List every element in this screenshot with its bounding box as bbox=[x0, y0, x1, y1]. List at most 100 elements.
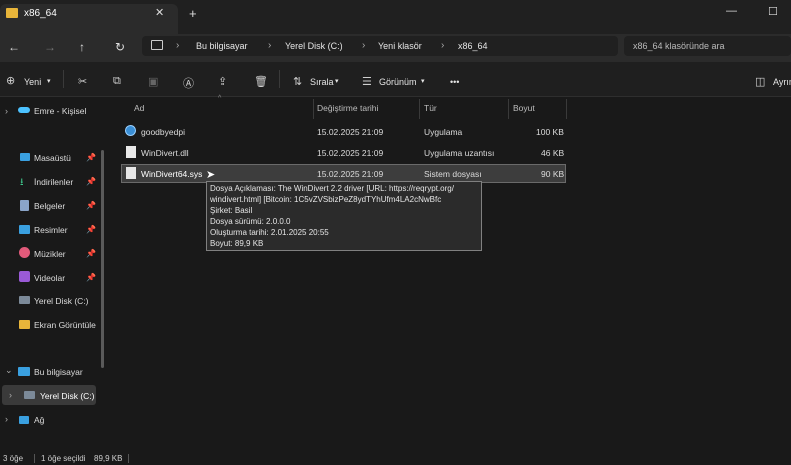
chevron-down-icon[interactable]: ▾ bbox=[47, 77, 51, 85]
documents-icon bbox=[20, 200, 29, 211]
column-divider[interactable] bbox=[419, 99, 420, 119]
expand-chevron-icon[interactable]: › bbox=[5, 414, 8, 424]
rename-icon[interactable]: Ⓐ bbox=[183, 75, 194, 91]
column-header-name[interactable]: Ad bbox=[134, 103, 144, 113]
collapse-chevron-icon[interactable]: ⌄ bbox=[5, 365, 13, 376]
breadcrumb-this-pc[interactable]: Bu bilgisayar bbox=[196, 41, 248, 51]
details-button-label[interactable]: Ayrıntılar bbox=[773, 77, 791, 87]
sidebar-item-documents[interactable]: Belgeler bbox=[34, 201, 65, 211]
status-item-count: 3 öğe bbox=[3, 454, 24, 463]
sidebar-item-onedrive[interactable]: Emre - Kişisel bbox=[34, 106, 86, 116]
sidebar-item-downloads[interactable]: İndirilenler bbox=[34, 177, 73, 187]
sort-icon[interactable]: ⇅ bbox=[293, 75, 302, 88]
column-header-size[interactable]: Boyut bbox=[513, 103, 535, 113]
new-icon[interactable]: ⊕ bbox=[6, 74, 15, 87]
expand-chevron-icon[interactable]: › bbox=[5, 106, 8, 116]
sidebar-item-pictures[interactable]: Resimler bbox=[34, 225, 68, 235]
drive-icon bbox=[24, 391, 35, 399]
cut-icon[interactable]: ✂ bbox=[78, 75, 87, 88]
tooltip-description: Dosya Açıklaması: The WinDivert 2.2 driv… bbox=[210, 184, 454, 193]
paste-icon[interactable]: ▣ bbox=[148, 75, 158, 88]
application-icon bbox=[125, 125, 136, 136]
sidebar-item-screenshots[interactable]: Ekran Görüntüle bbox=[34, 320, 98, 330]
tooltip-description-cont: windivert.html] [Bitcoin: 1C5vZVSbizPeZ8… bbox=[210, 195, 442, 204]
column-divider[interactable] bbox=[566, 99, 567, 119]
downloads-icon: ⭳ bbox=[20, 177, 24, 188]
close-tab-icon[interactable]: ✕ bbox=[155, 6, 164, 19]
sidebar-item-videos[interactable]: Videolar bbox=[34, 273, 65, 283]
tooltip-created: Oluşturma tarihi: 2.01.2025 20:55 bbox=[210, 228, 329, 237]
breadcrumb-local-disk[interactable]: Yerel Disk (C:) bbox=[285, 41, 343, 51]
music-icon bbox=[19, 247, 30, 258]
file-name[interactable]: WinDivert64.sys bbox=[141, 169, 202, 179]
file-name[interactable]: goodbyedpi bbox=[141, 127, 185, 137]
dll-file-icon bbox=[126, 146, 136, 158]
file-type: Uygulama uzantısı bbox=[424, 148, 495, 158]
chevron-right-icon: › bbox=[441, 40, 445, 51]
file-size: 100 KB bbox=[536, 127, 564, 137]
column-header-type[interactable]: Tür bbox=[424, 103, 437, 113]
column-divider[interactable] bbox=[508, 99, 509, 119]
breadcrumb-new-folder[interactable]: Yeni klasör bbox=[378, 41, 422, 51]
forward-icon[interactable]: → bbox=[44, 40, 56, 54]
minimize-icon[interactable]: — bbox=[726, 5, 737, 17]
sidebar-item-local-disk[interactable]: Yerel Disk (C:) bbox=[34, 296, 88, 306]
divider bbox=[34, 454, 35, 463]
videos-icon bbox=[19, 271, 30, 282]
more-options-icon[interactable]: ••• bbox=[450, 77, 459, 87]
copy-icon[interactable]: ⧉ bbox=[113, 75, 121, 88]
status-selected-size: 89,9 KB bbox=[94, 454, 123, 463]
search-input[interactable]: x86_64 klasöründe ara bbox=[633, 41, 725, 51]
chevron-right-icon: › bbox=[268, 40, 272, 51]
sidebar-item-music[interactable]: Müzikler bbox=[34, 249, 66, 259]
chevron-down-icon[interactable]: ▾ bbox=[421, 77, 425, 85]
file-date: 15.02.2025 21:09 bbox=[317, 127, 384, 137]
sidebar-scrollbar[interactable] bbox=[101, 150, 104, 368]
desktop-icon bbox=[20, 153, 30, 161]
sort-button-label[interactable]: Sırala bbox=[310, 77, 334, 87]
chevron-down-icon[interactable]: ▾ bbox=[335, 77, 339, 85]
maximize-icon[interactable]: ☐ bbox=[768, 5, 778, 18]
file-name[interactable]: WinDivert.dll bbox=[141, 148, 189, 158]
mouse-cursor-icon: ➤ bbox=[206, 169, 216, 181]
back-icon[interactable]: ← bbox=[8, 40, 20, 54]
tooltip-version: Dosya sürümü: 2.0.0.0 bbox=[210, 217, 291, 226]
refresh-icon[interactable]: ↻ bbox=[115, 40, 125, 54]
divider bbox=[128, 454, 129, 463]
file-size: 46 KB bbox=[541, 148, 565, 158]
chevron-right-icon: › bbox=[176, 40, 180, 51]
up-icon[interactable]: ↑ bbox=[79, 40, 85, 54]
share-icon[interactable]: ⇪ bbox=[218, 75, 227, 88]
pin-icon: 📌 bbox=[86, 249, 96, 258]
new-tab-icon[interactable]: + bbox=[189, 6, 197, 21]
drive-icon bbox=[19, 296, 30, 304]
file-type: Uygulama bbox=[424, 127, 463, 137]
sidebar-item-network[interactable]: Ağ bbox=[34, 415, 44, 425]
view-button-label[interactable]: Görünüm bbox=[379, 77, 417, 87]
tab-title: x86_64 bbox=[24, 8, 57, 19]
tooltip-size: Boyut: 89,9 KB bbox=[210, 239, 264, 248]
tooltip-company: Şirket: Basil bbox=[210, 206, 253, 215]
file-type: Sistem dosyası bbox=[424, 169, 482, 179]
new-button-label[interactable]: Yeni bbox=[24, 77, 41, 87]
breadcrumb-x86_64[interactable]: x86_64 bbox=[458, 41, 488, 51]
view-icon[interactable]: ☰ bbox=[362, 75, 372, 88]
expand-chevron-icon[interactable]: › bbox=[9, 390, 12, 400]
sidebar-item-desktop[interactable]: Masaüstü bbox=[34, 153, 71, 163]
onedrive-icon bbox=[18, 107, 30, 113]
file-size: 90 KB bbox=[541, 169, 565, 179]
column-header-date[interactable]: Değiştirme tarihi bbox=[317, 103, 378, 113]
network-icon bbox=[19, 416, 29, 424]
sidebar-item-local-disk-tree[interactable]: Yerel Disk (C:) bbox=[40, 391, 94, 401]
pc-icon bbox=[151, 40, 163, 50]
delete-icon[interactable]: 🗑 bbox=[254, 75, 268, 88]
file-date: 15.02.2025 21:09 bbox=[317, 148, 384, 158]
folder-icon bbox=[19, 320, 30, 329]
details-pane-icon[interactable]: ◫ bbox=[755, 75, 765, 88]
pictures-icon bbox=[19, 225, 30, 234]
system-file-icon bbox=[126, 167, 136, 179]
pin-icon: 📌 bbox=[86, 273, 96, 282]
sidebar-item-this-pc[interactable]: Bu bilgisayar bbox=[34, 367, 83, 377]
column-divider[interactable] bbox=[313, 99, 314, 119]
pin-icon: 📌 bbox=[86, 153, 96, 162]
